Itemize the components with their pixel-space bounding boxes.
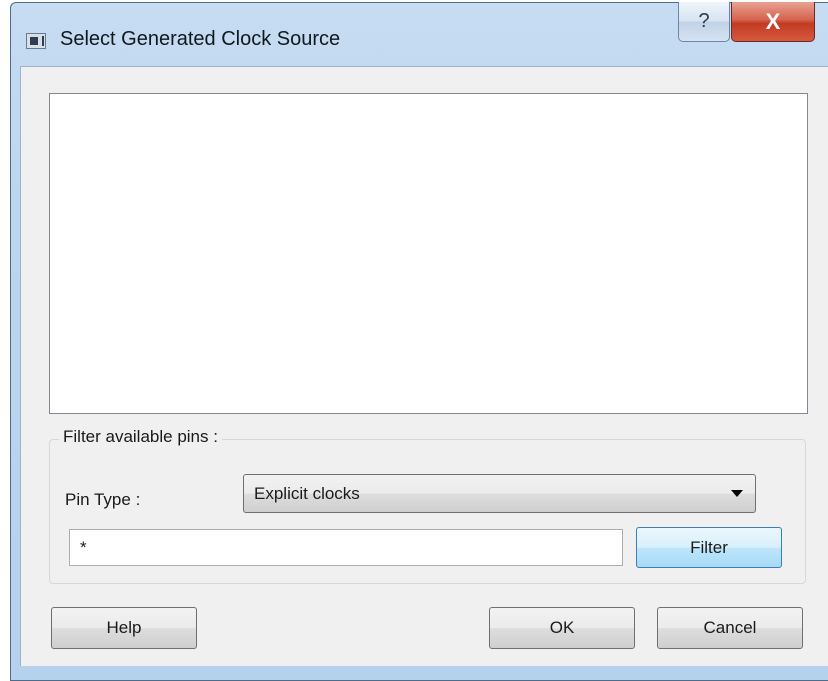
close-icon: X xyxy=(765,8,781,34)
app-window-icon-glyph xyxy=(30,37,38,45)
close-button[interactable]: X xyxy=(731,2,815,42)
pin-type-dropdown[interactable]: Explicit clocks xyxy=(243,474,756,513)
dialog-client-area: Filter available pins : Pin Type : Expli… xyxy=(20,66,828,666)
pattern-input[interactable] xyxy=(69,529,623,566)
pin-list[interactable] xyxy=(49,93,808,414)
app-window-icon xyxy=(26,33,46,49)
chevron-down-icon xyxy=(731,490,743,497)
ok-button[interactable]: OK xyxy=(489,607,635,649)
app-window-icon-mark xyxy=(42,36,44,46)
filter-button[interactable]: Filter xyxy=(636,527,782,568)
pin-type-selected-value: Explicit clocks xyxy=(254,484,360,503)
question-mark-icon: ? xyxy=(698,10,710,32)
help-button[interactable]: Help xyxy=(51,607,197,649)
pin-type-label: Pin Type : xyxy=(65,490,141,509)
filter-group-label: Filter available pins : xyxy=(59,427,222,447)
help-caption-button[interactable]: ? xyxy=(678,2,730,42)
cancel-button[interactable]: Cancel xyxy=(657,607,803,649)
window-title: Select Generated Clock Source xyxy=(60,28,341,50)
